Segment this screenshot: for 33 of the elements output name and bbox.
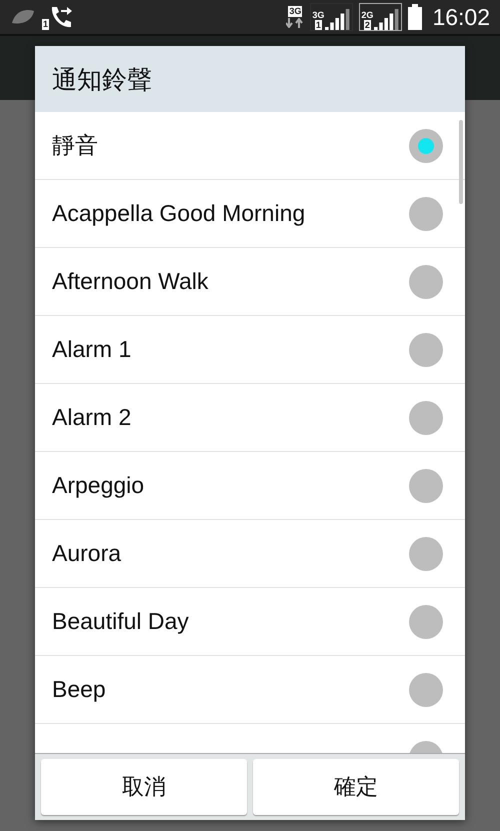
radio-button[interactable] xyxy=(409,400,443,434)
radio-button[interactable] xyxy=(409,468,443,502)
ringtone-label: Aurora xyxy=(52,540,122,567)
radio-button[interactable] xyxy=(409,672,443,706)
radio-button[interactable] xyxy=(409,604,443,638)
network-type-label: 3G xyxy=(312,11,324,20)
sim-number: 2 xyxy=(364,20,371,31)
signal-bars-icon xyxy=(374,9,400,31)
radio-button[interactable] xyxy=(409,128,443,162)
sim-number: 1 xyxy=(314,20,322,31)
signal-bars-icon xyxy=(325,9,352,31)
ringtone-label: Alarm 2 xyxy=(52,404,132,431)
cancel-button[interactable]: 取消 xyxy=(41,759,247,815)
radio-button[interactable] xyxy=(409,536,443,570)
dialog-title: 通知鈴聲 xyxy=(35,46,465,112)
battery-icon xyxy=(408,4,422,30)
ringtone-label: Acappella Good Morning xyxy=(52,200,306,227)
ringtone-label: Beep xyxy=(52,676,107,703)
radio-button[interactable] xyxy=(409,332,443,366)
data-type-label: 3G xyxy=(288,6,302,17)
sim-number: 1 xyxy=(42,19,50,30)
ringtone-label: Afternoon Walk xyxy=(52,268,210,295)
data-arrows-icon xyxy=(286,18,304,28)
ringtone-label: 靜音 xyxy=(52,131,99,160)
ringtone-label: Arpeggio xyxy=(52,472,146,499)
radio-button[interactable] xyxy=(409,264,443,298)
radio-button[interactable] xyxy=(409,196,443,230)
ok-button[interactable]: 確定 xyxy=(253,759,459,815)
ringtone-label: Beautiful Day xyxy=(52,608,190,635)
ringtone-label: Alarm 1 xyxy=(52,336,132,363)
call-forward-icon xyxy=(49,4,74,30)
network-type-label: 2G xyxy=(361,11,374,20)
clock-time: 16:02 xyxy=(432,4,490,30)
